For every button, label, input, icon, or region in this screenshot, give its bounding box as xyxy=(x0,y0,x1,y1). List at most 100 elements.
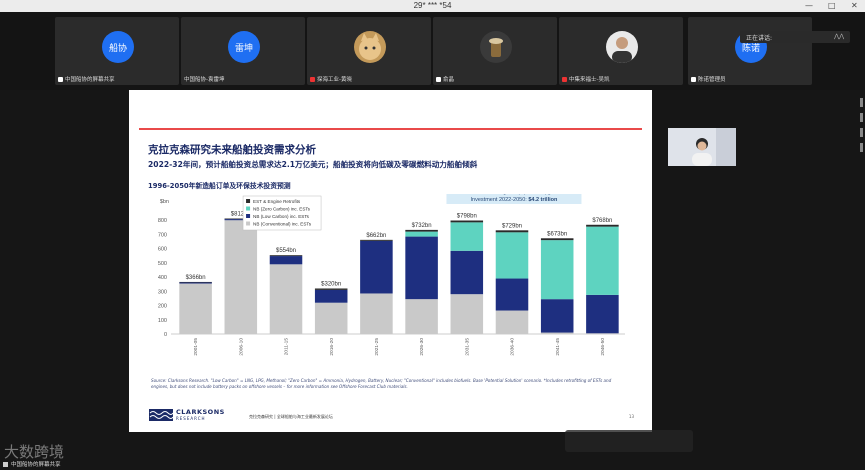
watermark: 大数跨境 xyxy=(4,443,65,461)
x-tick-label: 2026-30 xyxy=(419,338,425,356)
legend-swatch xyxy=(246,221,251,226)
scroll-handles[interactable] xyxy=(860,98,865,158)
admin-icon xyxy=(691,76,696,82)
bar-segment xyxy=(314,289,348,303)
meeting-window: 29* *** *54 — □ ✕ 船协 中国船协的屏幕共享 雷坤 中国船协-袁… xyxy=(0,0,865,470)
participant-name-text: 探海工业-黄晓 xyxy=(317,77,352,83)
bar-segment xyxy=(450,294,484,334)
mic-icon xyxy=(436,76,441,82)
callout-line2: Investment 2022-2050: $4.2 trillion xyxy=(471,197,558,203)
x-tick-label: 2031-35 xyxy=(464,338,470,356)
clarksons-logo: CLARKSONS RESEARCH xyxy=(149,409,225,421)
bar-total-label: $554bn xyxy=(276,248,296,254)
title-bar: 29* *** *54 — □ ✕ xyxy=(0,0,865,12)
bar-segment xyxy=(540,299,574,333)
mic-muted-icon xyxy=(562,76,567,82)
bar-total-label: $768bn xyxy=(592,218,612,224)
x-tick-label: 2046-50 xyxy=(600,338,606,356)
bar-segment xyxy=(224,220,258,334)
participant-tile[interactable]: 俞晶 xyxy=(433,17,557,85)
bar-segment xyxy=(540,240,574,300)
logo-text: CLARKSONS xyxy=(176,408,225,417)
presenter-video[interactable] xyxy=(668,128,736,166)
y-tick-label: 600 xyxy=(158,247,167,253)
source-note: Source: Clarksons Research. "Low Carbon"… xyxy=(151,378,612,389)
y-tick-label: 300 xyxy=(158,289,167,295)
bar-chart: $bn 0 100 200 300 400 500 600 700 800 $366bn 2001-0… xyxy=(158,194,625,356)
bar-segment xyxy=(179,282,212,284)
bar-segment xyxy=(405,229,438,232)
y-tick-label: 800 xyxy=(158,218,167,224)
avatar-photo xyxy=(606,31,638,63)
y-tick-label: 400 xyxy=(158,275,167,281)
avatar-text: 船协 xyxy=(108,43,127,54)
window-title: 29* *** *54 xyxy=(413,1,452,10)
person-avatar-icon xyxy=(612,37,632,63)
bar-segment xyxy=(405,236,438,300)
x-tick-label: 2041-45 xyxy=(555,338,561,356)
bar-segment xyxy=(360,293,393,334)
bar-segment xyxy=(269,264,303,334)
avatar-text: 雷坤 xyxy=(234,43,253,54)
x-tick-label: 2021-25 xyxy=(374,338,380,356)
share-status: 中国船协的屏幕共享 xyxy=(0,460,61,468)
bar-segment xyxy=(495,232,529,279)
y-unit-label: $bn xyxy=(160,199,169,205)
x-tick-label: 2011-15 xyxy=(284,338,290,356)
bar-segment xyxy=(450,222,484,251)
participant-tile[interactable]: 中集来福士-吴凯 xyxy=(559,17,683,85)
bar-segment xyxy=(360,239,393,241)
bar-total-label: $366bn xyxy=(186,275,206,281)
presentation-slide: 克拉克森研究未来船舶投资需求分析 2022-32年间，预计船舶投资总需求达2.1… xyxy=(129,90,652,432)
bar-segment xyxy=(586,226,619,295)
participant-tile[interactable]: 船协 中国船协的屏幕共享 xyxy=(55,17,179,85)
slide-title: 克拉克森研究未来船舶投资需求分析 xyxy=(148,144,316,156)
cat-avatar-icon xyxy=(359,33,381,60)
bar-total-label: $320bn xyxy=(321,281,341,287)
participant-name-text: 陈诺管理员 xyxy=(698,77,726,83)
participant-tile[interactable]: 雷坤 中国船协-袁雷坤 xyxy=(181,17,305,85)
bar-segment xyxy=(450,250,484,295)
participant-tile[interactable]: 探海工业-黄晓 xyxy=(307,17,431,85)
bar-segment xyxy=(269,255,303,257)
screen-share-icon xyxy=(3,461,8,467)
slide-footer: 克拉克森研究 | 全球船舶与海工业最新发展论坛 xyxy=(249,414,333,419)
legend-label: EST & Engine Retrofits xyxy=(253,199,301,204)
legend-swatch xyxy=(246,206,251,211)
callout-value: $4.2 trillion xyxy=(528,197,558,203)
y-tick-label: 700 xyxy=(158,232,167,238)
bar-segment xyxy=(540,238,574,241)
legend-label: NB (Conventional) inc. ESTs xyxy=(253,221,312,226)
bar-segment xyxy=(314,288,348,290)
shared-screen: 克拉克森研究未来船舶投资需求分析 2022-32年间，预计船舶投资总需求达2.1… xyxy=(0,90,865,470)
chart-heading: 1996-2050年新造船订单及环保技术投资预测 xyxy=(148,182,291,190)
y-tick-label: 100 xyxy=(158,318,167,324)
minimize-button[interactable]: — xyxy=(805,1,813,10)
presenter-icon xyxy=(668,128,736,166)
close-button[interactable]: ✕ xyxy=(851,1,858,10)
participant-name-text: 中集来福士-吴凯 xyxy=(569,77,610,83)
maximize-button[interactable]: □ xyxy=(828,1,836,10)
legend-swatch xyxy=(246,199,251,203)
legend-label: NB (Zero Carbon) inc. ESTs xyxy=(253,206,311,211)
avatar-photo xyxy=(480,31,512,63)
notification-popup xyxy=(565,430,693,452)
x-tick-label: 2006-10 xyxy=(238,338,244,356)
bar-segment xyxy=(405,231,438,237)
bar-segment xyxy=(179,281,212,283)
participant-strip: 船协 中国船协的屏幕共享 雷坤 中国船协-袁雷坤 探海工业-黄晓 俞晶 中集来福… xyxy=(0,12,865,90)
bar-segment xyxy=(450,220,484,223)
bar-segment xyxy=(586,333,619,334)
slide-subtitle: 2022-32年间，预计船舶投资总需求达2.1万亿美元；船舶投资将向低碳及零碳燃… xyxy=(148,160,478,169)
slide-divider xyxy=(139,128,642,130)
participant-name-text: 中国船协-袁雷坤 xyxy=(184,77,225,83)
y-tick-label: 500 xyxy=(158,261,167,267)
bar-total-label: $729bn xyxy=(502,223,522,229)
wave-logo-icon xyxy=(149,409,173,421)
bar-segment xyxy=(314,302,348,334)
screen-share-icon xyxy=(58,76,63,82)
participant-tile[interactable]: 陈诺 陈诺管理员 xyxy=(688,17,812,85)
bar-segment xyxy=(586,224,619,227)
x-tick-label: 2036-40 xyxy=(510,338,516,356)
bar-total-label: $662bn xyxy=(366,233,386,239)
